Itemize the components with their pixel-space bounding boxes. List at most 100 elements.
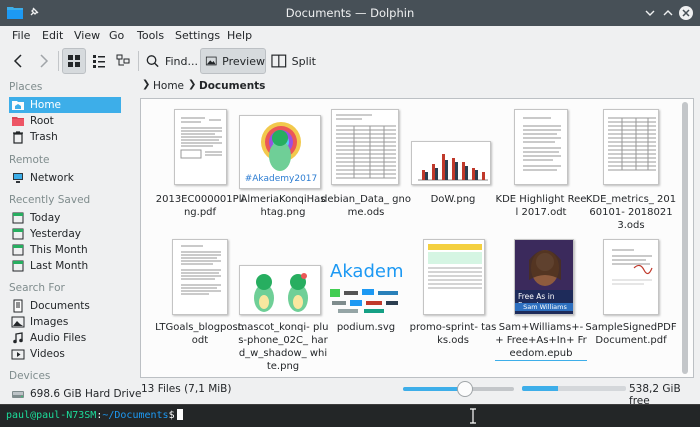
places-label: This Month [30,244,88,256]
book-author: Sam Williams [515,303,573,311]
section-remote: Remote [9,154,50,166]
file-name: AlmeriaKonqiHas htag.png [240,194,326,218]
chevron-right-icon[interactable]: ❯ [188,79,196,90]
places-label: Audio Files [30,332,87,344]
places-panel: Places Home Root Trash Remote Network Re… [0,76,141,404]
places-item-videos[interactable]: Videos [9,346,121,362]
file-name: KDE Highlight Reel 2017.odt [495,194,587,218]
icons-view-button[interactable] [62,48,86,74]
section-search-for: Search For [9,282,65,294]
file-name: KDE_metrics_ 20160101- 20180213.ods [585,194,677,231]
chart-thumbnail [411,141,491,185]
spreadsheet-thumbnail [331,109,399,185]
places-item-today[interactable]: Today [9,210,121,226]
menu-go[interactable]: Go [109,29,124,42]
pdf-thumbnail [174,109,227,185]
breadcrumb-home[interactable]: Home [153,80,184,92]
chevron-right-icon[interactable]: ❯ [142,79,150,90]
image-icon [205,56,217,66]
menu-file[interactable]: File [12,29,30,42]
file-name: 2013EC000001Pli ng.pdf [155,194,245,218]
places-item-root[interactable]: Root [9,113,121,129]
spreadsheet-thumbnail [603,109,659,185]
icons-view-icon [68,55,80,67]
minimize-icon[interactable] [642,5,658,21]
breadcrumb: ❯ Home ❯ Documents [140,78,696,96]
menu-bar: File Edit View Go Tools Settings Help [0,26,700,46]
disk-usage-bar [522,386,626,391]
file-view[interactable]: 2013EC000001Pli ng.pdf #Akademy2017 Alme… [140,98,694,378]
toolbar-separator [58,51,59,71]
file-name: mascot_konqi- plus-phone_02C_ hard_w_sha… [237,322,329,372]
compact-view-button[interactable] [88,48,110,74]
trash-icon [13,131,23,144]
places-item-network[interactable]: Network [9,170,121,186]
file-name: DoW.png [430,194,476,205]
places-label: Yesterday [30,228,81,240]
spreadsheet-thumbnail [423,239,485,315]
akademy-logo: Akademy [330,261,404,282]
title-bar[interactable]: Documents — Dolphin [0,0,700,26]
places-label: Network [30,172,74,184]
document-icon [13,299,23,313]
menu-help[interactable]: Help [227,29,252,42]
root-folder-icon [12,117,24,126]
split-button[interactable]: Split [270,48,316,74]
calendar-icon [12,212,24,224]
places-item-yesterday[interactable]: Yesterday [9,226,121,242]
zoom-slider-fill [403,387,466,391]
find-label: Find... [164,54,198,68]
video-icon [11,349,25,360]
places-item-trash[interactable]: Trash [9,129,121,145]
section-recently-saved: Recently Saved [9,194,91,206]
terminal-cursor [176,409,183,420]
document-thumbnail [172,239,228,315]
breadcrumb-current[interactable]: Documents [199,80,265,92]
places-label: Root [30,115,54,127]
details-view-icon [116,54,130,66]
menu-settings[interactable]: Settings [175,29,220,42]
terminal-panel[interactable]: paul@paul-N73SM:~/Documents$ [0,404,700,427]
places-item-documents[interactable]: Documents [9,298,121,314]
maximize-icon[interactable] [660,5,676,21]
file-name: promo-sprint- tasks.ods [409,322,497,346]
book-cover-thumbnail: Free As in Freedom Sam Williams [514,239,574,315]
places-item-images[interactable]: Images [9,314,121,330]
image-thumbnail: Akademy [328,261,404,315]
home-folder-icon [12,101,24,110]
split-label: Split [291,54,316,68]
places-item-audio-files[interactable]: Audio Files [9,330,121,346]
music-icon [13,332,23,344]
menu-tools[interactable]: Tools [137,29,164,42]
compact-view-icon [93,55,105,68]
close-icon[interactable] [678,5,694,21]
file-name: LTGoals_blogpost. odt [155,322,245,346]
places-label: Trash [30,131,58,143]
arrow-left-icon [13,54,22,68]
menu-view[interactable]: View [74,29,100,42]
menu-edit[interactable]: Edit [42,29,63,42]
calendar-icon [12,260,24,272]
file-name: SampleSignedPDF Document.pdf [585,322,677,346]
vertical-scrollbar[interactable] [682,102,688,374]
toolbar: Find... Preview Split [0,46,700,76]
terminal-prompt[interactable]: paul@paul-N73SM:~/Documents$ [6,409,183,421]
text-cursor-icon [470,408,476,424]
arrow-right-icon [40,54,49,68]
details-view-button[interactable] [112,48,134,74]
file-name: debian_Data_ gnome.ods [321,194,411,218]
terminal-directory: ~/Documents [102,410,169,421]
file-count: 13 Files (7,1 MiB) [141,383,232,395]
back-button[interactable] [8,48,30,74]
window-title: Documents — Dolphin [285,6,415,20]
places-label: Last Month [30,260,89,272]
places-label: Documents [30,300,90,312]
preview-button[interactable]: Preview [200,48,266,74]
places-item-this-month[interactable]: This Month [9,242,121,258]
pdf-thumbnail [603,239,659,315]
places-item-home[interactable]: Home [9,97,121,113]
places-item-last-month[interactable]: Last Month [9,258,121,274]
find-button[interactable]: Find... [144,48,198,74]
forward-button[interactable] [32,48,54,74]
disk-usage-fill [522,386,559,391]
